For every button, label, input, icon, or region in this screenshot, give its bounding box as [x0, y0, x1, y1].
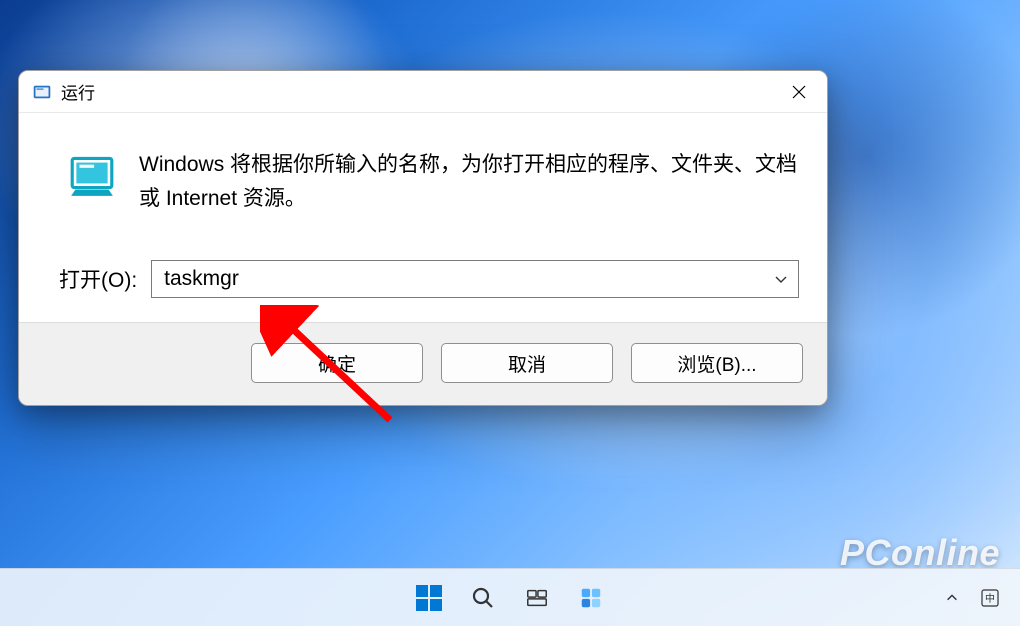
taskbar-center	[406, 575, 614, 621]
run-dialog: 运行 Windows 将根据你所输入的名称，为你打开相应的程序、文件夹、文档或 …	[18, 70, 828, 406]
tray-ime-icon[interactable]: 中	[974, 582, 1006, 614]
taskbar: 中	[0, 568, 1020, 626]
titlebar: 运行	[19, 71, 827, 113]
chevron-down-icon[interactable]	[764, 261, 798, 297]
open-label: 打开(O):	[59, 264, 137, 294]
dialog-title: 运行	[61, 79, 771, 104]
cancel-button[interactable]: 取消	[441, 343, 613, 383]
taskbar-widgets-icon[interactable]	[568, 575, 614, 621]
open-input[interactable]	[152, 261, 764, 297]
tray-chevron-icon[interactable]	[936, 582, 968, 614]
dialog-body: Windows 将根据你所输入的名称，为你打开相应的程序、文件夹、文档或 Int…	[19, 113, 827, 235]
run-titlebar-icon	[33, 83, 51, 101]
input-row: 打开(O):	[19, 235, 827, 322]
system-tray: 中	[936, 582, 1006, 614]
taskbar-search-icon[interactable]	[460, 575, 506, 621]
open-combobox[interactable]	[151, 260, 799, 298]
ok-button[interactable]: 确定	[251, 343, 423, 383]
button-row: 确定 取消 浏览(B)...	[19, 322, 827, 405]
start-button[interactable]	[406, 575, 452, 621]
svg-text:中: 中	[985, 592, 995, 605]
taskbar-taskview-icon[interactable]	[514, 575, 560, 621]
run-program-icon	[67, 148, 117, 198]
browse-button[interactable]: 浏览(B)...	[631, 343, 803, 383]
dialog-description: Windows 将根据你所输入的名称，为你打开相应的程序、文件夹、文档或 Int…	[139, 148, 799, 215]
close-button[interactable]	[771, 71, 827, 113]
